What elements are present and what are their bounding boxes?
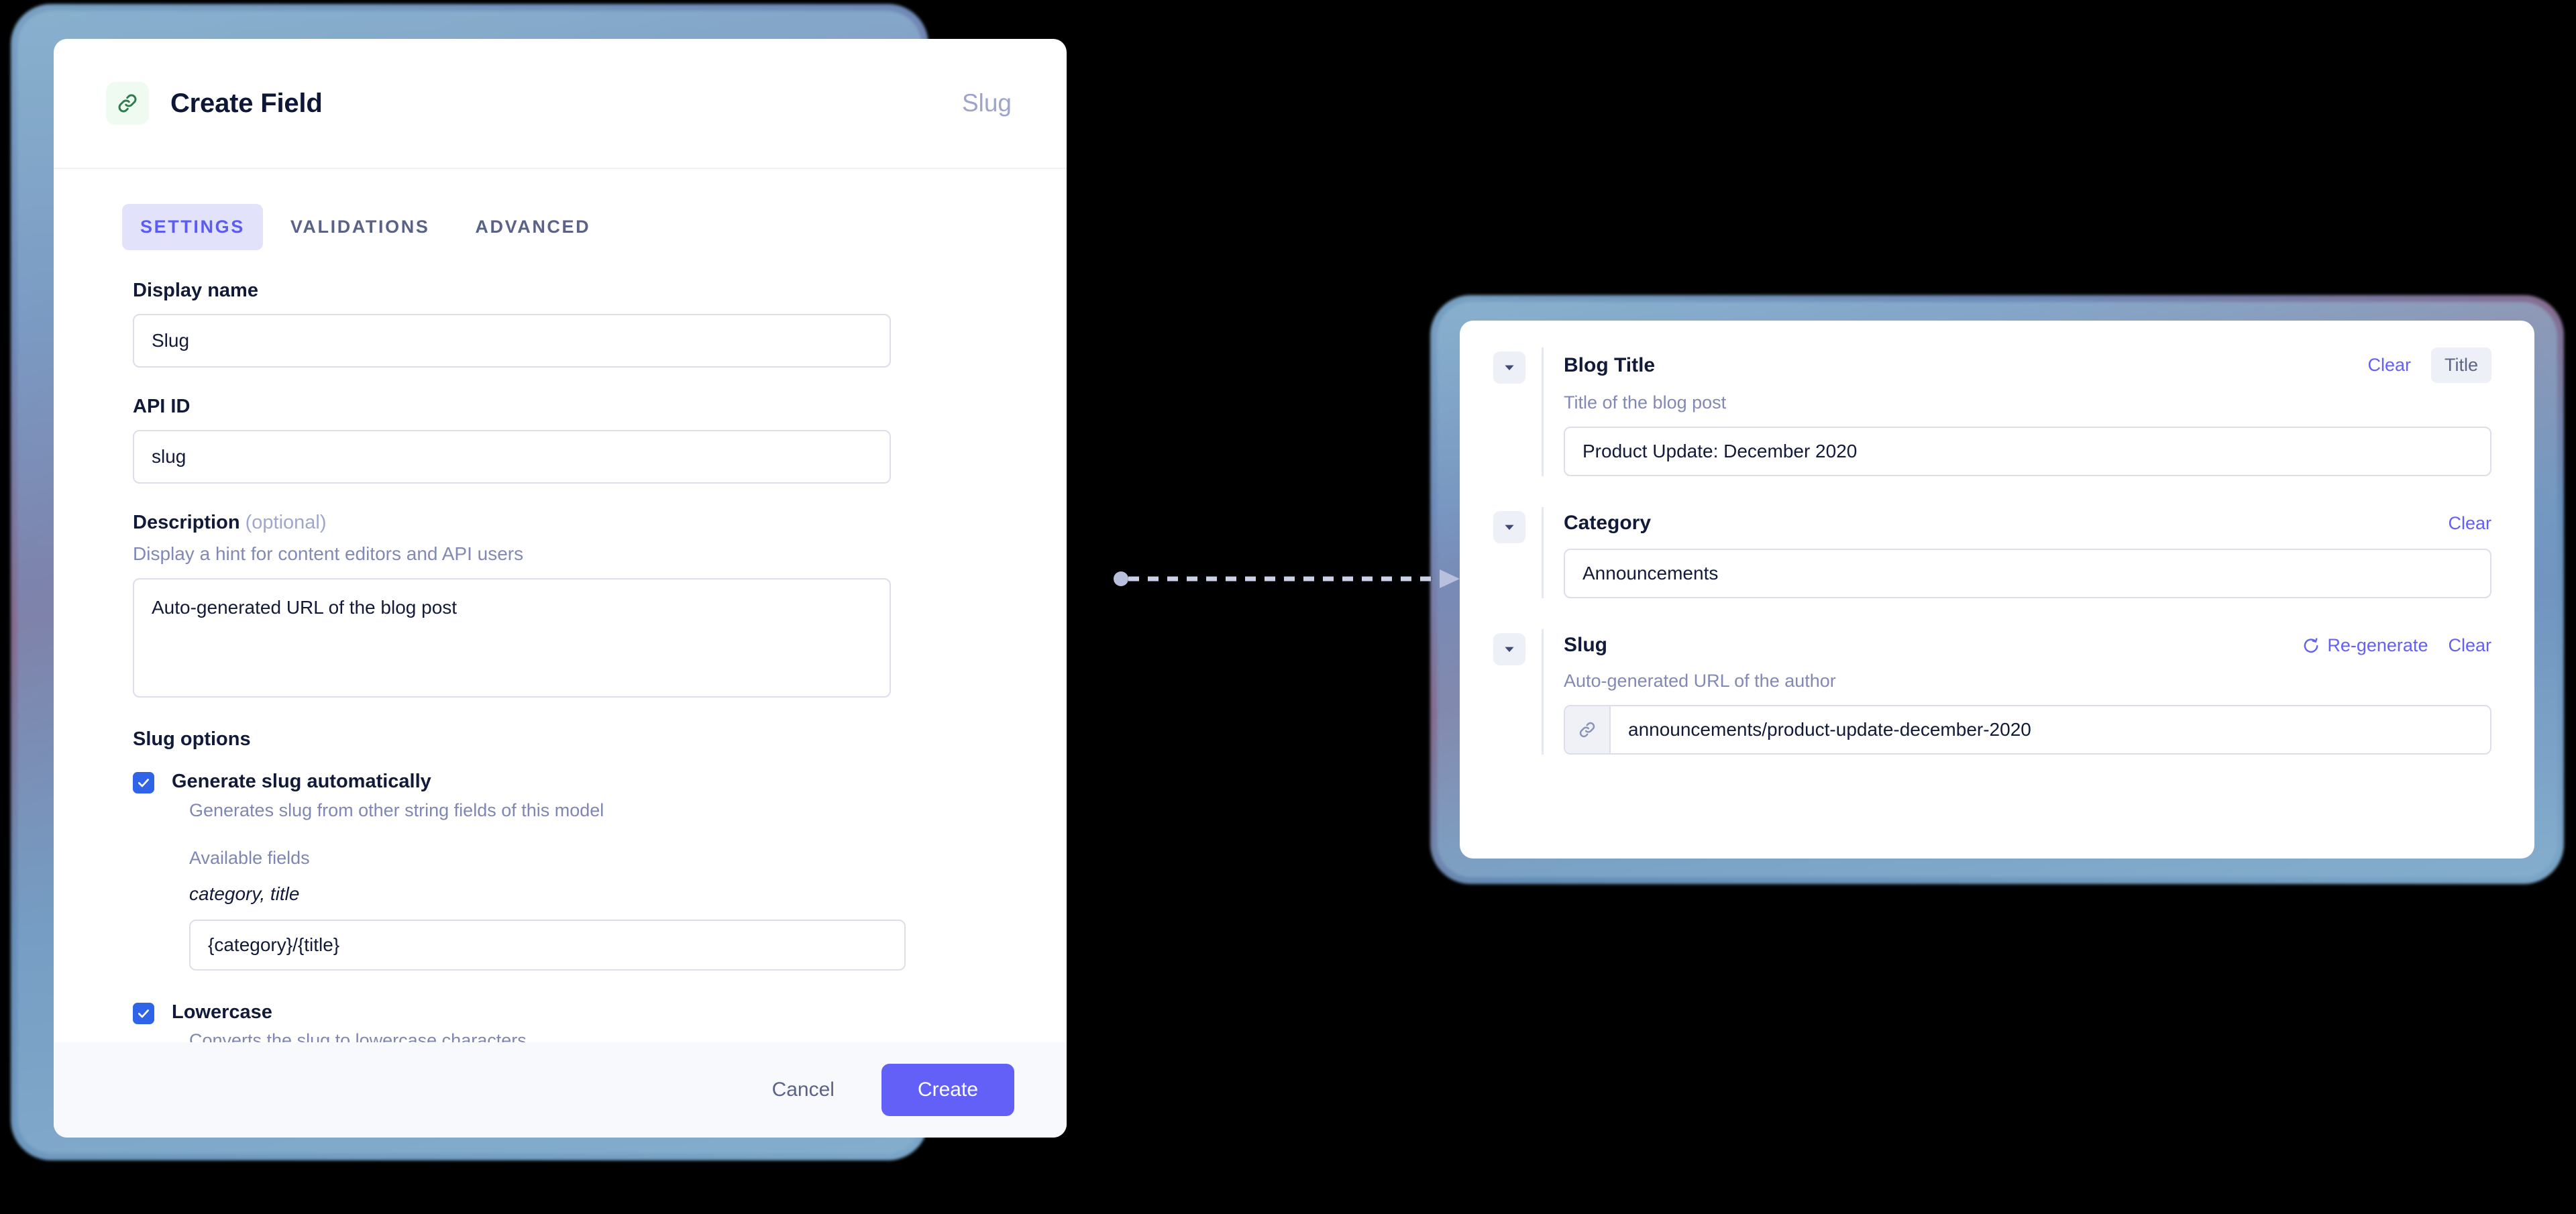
- chevron-down-icon[interactable]: [1493, 351, 1525, 384]
- section-header: Blog Title Clear Title: [1564, 347, 2491, 383]
- description-textarea[interactable]: Auto-generated URL of the blog post: [133, 578, 891, 698]
- slug-value: announcements/product-update-december-20…: [1628, 719, 2031, 740]
- display-name-label: Display name: [133, 280, 258, 301]
- lowercase-checkbox[interactable]: [133, 1002, 154, 1024]
- link-icon: [1565, 706, 1611, 753]
- section-header: Slug Re-generate Clear: [1564, 629, 2491, 661]
- tab-validations[interactable]: VALIDATIONS: [272, 204, 448, 250]
- category-input[interactable]: Announcements: [1564, 549, 2491, 598]
- section-help: Title of the blog post: [1564, 392, 1727, 412]
- entry-section-blog-title: Blog Title Clear Title Title of the blog…: [1493, 347, 2491, 476]
- dialog-tabs: SETTINGS VALIDATIONS ADVANCED: [54, 169, 1067, 250]
- blog-title-input[interactable]: Product Update: December 2020: [1564, 427, 2491, 476]
- generate-slug-label: Generate slug automatically: [172, 771, 431, 792]
- available-fields-block: Available fields category, title {catego…: [189, 848, 1067, 971]
- available-fields-list: category, title: [189, 883, 300, 904]
- entry-editor-panel: Blog Title Clear Title Title of the blog…: [1460, 321, 2534, 859]
- description-label: Description (optional): [133, 512, 1067, 534]
- section-rail: [1542, 507, 1544, 598]
- api-id-input[interactable]: slug: [133, 430, 891, 484]
- chevron-down-icon[interactable]: [1493, 633, 1525, 665]
- generate-slug-checkbox[interactable]: [133, 772, 154, 793]
- entry-section-category: Category Clear Announcements: [1493, 507, 2491, 598]
- entry-section-slug: Slug Re-generate Clear Auto-generated UR…: [1493, 629, 2491, 755]
- section-rail: [1542, 629, 1544, 755]
- dialog-footer: Cancel Create: [54, 1042, 1067, 1138]
- create-button[interactable]: Create: [881, 1064, 1014, 1116]
- regenerate-button[interactable]: Re-generate: [2302, 635, 2428, 656]
- create-field-dialog: Create Field Slug SETTINGS VALIDATIONS A…: [54, 39, 1067, 1138]
- display-name-value: Slug: [152, 330, 190, 351]
- available-fields-title: Available fields: [189, 847, 310, 868]
- lowercase-label: Lowercase: [172, 1001, 272, 1023]
- connector-arrow: [1114, 569, 1460, 588]
- page-title: Create Field: [170, 88, 323, 118]
- tab-advanced[interactable]: ADVANCED: [457, 204, 608, 250]
- clear-button[interactable]: Clear: [2367, 355, 2411, 376]
- clear-label: Clear: [2448, 634, 2491, 655]
- tab-settings[interactable]: SETTINGS: [122, 204, 263, 250]
- slug-options-label: Slug options: [133, 728, 251, 750]
- section-rail: [1542, 347, 1544, 476]
- clear-button[interactable]: Clear: [2448, 635, 2491, 656]
- slug-template-value: {category}/{title}: [208, 934, 340, 955]
- entry-sections: Blog Title Clear Title Title of the blog…: [1460, 321, 2534, 755]
- clear-label: Clear: [2367, 355, 2411, 375]
- description-optional-suffix: (optional): [245, 512, 327, 533]
- regenerate-label: Re-generate: [2327, 634, 2428, 655]
- section-help: Auto-generated URL of the author: [1564, 671, 1836, 691]
- section-title: Blog Title: [1564, 353, 1656, 376]
- display-name-input[interactable]: Slug: [133, 314, 891, 368]
- description-value: Auto-generated URL of the blog post: [152, 597, 458, 618]
- field-kind-label: Slug: [961, 89, 1012, 117]
- clear-label: Clear: [2448, 512, 2491, 533]
- description-label-text: Description: [133, 512, 240, 533]
- section-title: Category: [1564, 512, 1652, 534]
- screenshot-canvas: Create Field Slug SETTINGS VALIDATIONS A…: [0, 0, 2576, 1214]
- api-id-value: slug: [152, 446, 186, 467]
- settings-form: Display name Slug API ID slug Descriptio…: [54, 250, 1067, 1051]
- generate-slug-checkbox-row[interactable]: Generate slug automatically: [133, 769, 1067, 795]
- link-icon: [106, 82, 149, 125]
- chevron-down-icon[interactable]: [1493, 511, 1525, 543]
- category-value: Announcements: [1582, 563, 1719, 584]
- dialog-header: Create Field Slug: [54, 39, 1067, 169]
- generate-slug-sub: Generates slug from other string fields …: [189, 799, 604, 820]
- status-badge: Title: [2430, 347, 2491, 383]
- slug-template-input[interactable]: {category}/{title}: [189, 919, 906, 971]
- slug-input[interactable]: announcements/product-update-december-20…: [1564, 705, 2491, 755]
- api-id-label: API ID: [133, 396, 191, 417]
- section-header: Category Clear: [1564, 507, 2491, 539]
- cancel-button[interactable]: Cancel: [755, 1066, 852, 1113]
- lowercase-checkbox-row[interactable]: Lowercase: [133, 1000, 1067, 1026]
- clear-button[interactable]: Clear: [2448, 513, 2491, 534]
- description-help: Display a hint for content editors and A…: [133, 543, 524, 564]
- section-title: Slug: [1564, 634, 1607, 656]
- blog-title-value: Product Update: December 2020: [1582, 441, 1858, 461]
- refresh-icon: [2304, 638, 2318, 653]
